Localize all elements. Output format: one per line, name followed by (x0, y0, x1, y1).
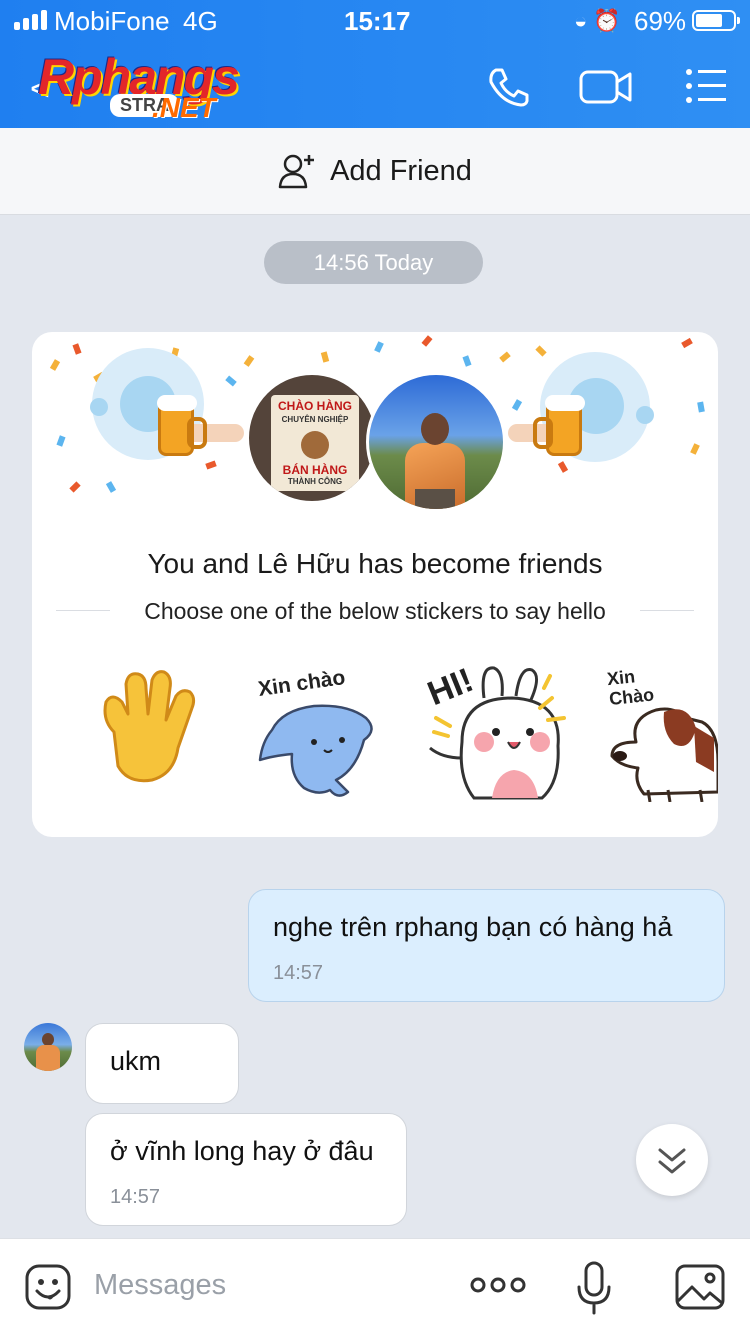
carrier-name: MobiFone (54, 6, 170, 36)
add-friend-bar[interactable]: Add Friend (0, 128, 750, 215)
message-bubble-sent[interactable]: nghe trên rphang bạn có hàng hả 14:57 (248, 889, 725, 1002)
my-avatar[interactable]: CHÀO HÀNG CHUYÊN NGHIỆP BÁN HÀNG THÀNH C… (246, 372, 378, 504)
alarm-icon: ◒ ⏰ (574, 8, 621, 33)
confetti (374, 341, 384, 353)
battery-percent: 69% (634, 6, 687, 36)
dog-icon (610, 707, 718, 802)
avatar-sign: CHÀO HÀNG CHUYÊN NGHIỆP BÁN HÀNG THÀNH C… (271, 395, 359, 491)
top-bar: MobiFone 4G 15:17 ◒ ⏰ 69% < Rphangs STRA… (0, 0, 750, 128)
message-time: 14:57 (273, 962, 324, 984)
logo-net-text: .NET (152, 92, 216, 123)
confetti (72, 343, 82, 355)
confetti (225, 375, 237, 387)
confetti (205, 460, 217, 470)
xin-chao-blob-sticker[interactable]: Xin chào (252, 662, 382, 802)
friend-photo (403, 413, 467, 509)
friend-avatar-small[interactable] (24, 1023, 72, 1071)
friends-card: CHÀO HÀNG CHUYÊN NGHIỆP BÁN HÀNG THÀNH C… (32, 332, 718, 837)
scroll-down-button[interactable] (636, 1124, 708, 1196)
message-text: ở vĩnh long hay ở đâu (110, 1136, 374, 1166)
add-friend-label: Add Friend (330, 154, 472, 187)
confetti (511, 399, 523, 411)
friend-avatar[interactable] (366, 372, 506, 512)
beer-mug-right-icon (533, 395, 585, 456)
message-text: ukm (110, 1046, 162, 1076)
sign-text-mid: CHUYÊN NGHIỆP (281, 415, 349, 424)
confetti (681, 337, 693, 349)
confetti (421, 335, 433, 347)
message-bubble-received[interactable]: ukm (85, 1023, 239, 1104)
message-time: 14:57 (110, 1186, 161, 1208)
message-bubble-received[interactable]: ở vĩnh long hay ở đâu 14:57 (85, 1113, 407, 1226)
add-friend-icon (278, 154, 315, 189)
confetti (243, 355, 255, 367)
confetti (499, 351, 511, 363)
image-gallery-icon[interactable] (674, 1263, 726, 1311)
confetti (462, 355, 472, 367)
beer-mug-left-icon (157, 395, 207, 456)
phone-icon[interactable] (482, 64, 538, 108)
sign-text-bottom: BÁN HÀNG (282, 463, 348, 477)
waving-hand-sticker[interactable] (92, 662, 202, 802)
friends-title: You and Lê Hữu has become friends (147, 548, 603, 579)
toast-dot (90, 398, 108, 416)
confetti (320, 351, 330, 363)
more-options-icon[interactable] (470, 1273, 526, 1297)
confetti (697, 401, 705, 413)
status-time: 15:17 (344, 6, 411, 36)
sign-text-top: CHÀO HÀNG (278, 399, 352, 413)
watermark-logo: Rphangs STRA .NET (38, 48, 268, 128)
confetti (690, 443, 700, 455)
confetti (69, 481, 81, 493)
confetti (56, 435, 66, 447)
microphone-icon[interactable] (576, 1261, 612, 1315)
message-input[interactable]: Messages (94, 1269, 226, 1302)
signal-icon (14, 10, 47, 30)
xin-chao-dog-sticker[interactable]: Xin Chào (604, 662, 718, 802)
sign-text-last: THÀNH CÔNG (287, 477, 343, 486)
menu-icon[interactable] (684, 64, 740, 108)
emoji-icon[interactable] (24, 1263, 72, 1311)
confetti (557, 461, 569, 473)
composer-bar: Messages (0, 1238, 750, 1334)
blob-icon (258, 704, 373, 797)
network-type: 4G (183, 6, 218, 36)
confetti (49, 359, 61, 371)
battery-icon (692, 10, 740, 31)
double-chevron-down-icon (658, 1148, 686, 1174)
date-pill: 14:56 Today (264, 241, 483, 284)
message-text: nghe trên rphang bạn có hàng hả (273, 912, 673, 942)
status-bar: MobiFone 4G 15:17 ◒ ⏰ 69% (0, 0, 750, 40)
friends-subtitle: Choose one of the below stickers to say … (144, 598, 606, 624)
bunny-icon (429, 666, 566, 800)
confetti (535, 345, 547, 357)
confetti (105, 481, 117, 493)
toast-dot (636, 406, 654, 424)
video-call-icon[interactable] (578, 64, 634, 108)
hi-bunny-sticker[interactable]: HI! (422, 661, 572, 802)
sign-figure (301, 431, 329, 459)
